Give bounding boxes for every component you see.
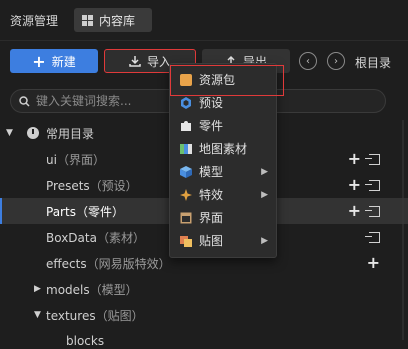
root-directory-label[interactable]: 根目录 <box>355 54 391 71</box>
menu-item-label: 模型 <box>199 165 224 179</box>
submenu-arrow-icon: ▶ <box>261 189 268 200</box>
menu-item-label: 贴图 <box>199 234 224 248</box>
forward-icon[interactable]: › <box>327 52 345 70</box>
menu-item-parts[interactable]: 零件 <box>170 114 276 137</box>
sparkle-icon <box>180 188 192 201</box>
menu-item-label: 界面 <box>199 211 224 225</box>
tree-item-label: textures（贴图） <box>46 307 144 324</box>
tree-item-name: effects <box>46 256 87 271</box>
grid-icon <box>82 14 93 26</box>
import-into-icon[interactable] <box>365 153 380 165</box>
menu-item-textures[interactable]: 贴图 ▶ <box>170 229 276 252</box>
menu-item-map-assets[interactable]: 地图素材 <box>170 137 276 160</box>
tree-item-name: models <box>46 282 90 297</box>
tree-item-label: ui（界面） <box>46 151 105 168</box>
clock-icon <box>27 127 39 139</box>
menu-item-label: 地图素材 <box>199 142 248 156</box>
add-icon[interactable]: + <box>348 203 361 219</box>
tree-item-sub: （预设） <box>89 178 138 193</box>
tree-item-label: models（模型） <box>46 281 138 298</box>
add-icon[interactable]: + <box>367 255 380 271</box>
scrollbar[interactable] <box>400 120 406 340</box>
collapse-triangle-icon[interactable]: ▶ <box>34 284 41 294</box>
tree-item-label: Presets（预设） <box>46 177 138 194</box>
tree-item-label: effects（网易版特效） <box>46 255 171 272</box>
expand-triangle-icon[interactable]: ▼ <box>6 128 13 138</box>
tree-item-name: blocks <box>66 334 105 348</box>
tree-item-label: Parts（零件） <box>46 203 124 220</box>
row-actions: + <box>367 255 380 271</box>
tree-item-name: Presets <box>46 178 90 193</box>
image-icon <box>180 235 192 247</box>
new-button[interactable]: + 新建 <box>10 49 98 73</box>
puzzle-icon <box>181 120 191 131</box>
panel-title: 资源管理 <box>10 14 59 28</box>
tree-item-sub: （零件） <box>75 204 124 219</box>
submenu-arrow-icon: ▶ <box>261 235 268 246</box>
tree-item-name: textures <box>46 308 96 323</box>
import-icon <box>129 56 141 67</box>
tree-item-sub: （模型） <box>89 282 138 297</box>
row-actions: + <box>348 177 380 193</box>
tree-item-models[interactable]: ▶ models（模型） <box>0 276 408 302</box>
highlight-annotation <box>170 65 284 96</box>
tree-item-name: BoxData <box>46 230 97 245</box>
menu-item-ui[interactable]: 界面 <box>170 206 276 229</box>
row-actions <box>365 231 380 243</box>
tree-item-sub: （贴图） <box>95 308 144 323</box>
import-into-icon[interactable] <box>365 231 380 243</box>
hexagon-icon <box>181 96 191 109</box>
add-icon[interactable]: + <box>348 177 361 193</box>
tree-item-blocks[interactable]: blocks <box>0 328 408 349</box>
import-into-icon[interactable] <box>365 205 380 217</box>
tree-root-label: 常用目录 <box>46 126 95 141</box>
menu-item-label: 零件 <box>199 119 224 133</box>
menu-item-label: 特效 <box>199 188 224 202</box>
new-label: 新建 <box>51 54 76 69</box>
tree-item-name: Parts <box>46 204 76 219</box>
row-actions: + <box>348 151 380 167</box>
tab-content-label: 内容库 <box>99 13 136 28</box>
tree-item-name: ui <box>46 152 57 167</box>
header-divider <box>0 40 408 41</box>
tree-item-sub: （素材） <box>96 230 145 245</box>
search-icon <box>19 95 30 107</box>
tree-item-sub: （界面） <box>56 152 105 167</box>
tab-content-library[interactable]: 内容库 <box>74 8 152 32</box>
menu-item-label: 预设 <box>199 96 224 110</box>
row-actions: + <box>348 203 380 219</box>
tree-item-label: blocks <box>66 334 104 348</box>
tree-item-sub: （网易版特效） <box>86 256 171 271</box>
expand-triangle-icon[interactable]: ▼ <box>34 310 41 320</box>
add-icon[interactable]: + <box>348 151 361 167</box>
tree-item-textures[interactable]: ▼ textures（贴图） <box>0 302 408 328</box>
cube-icon <box>180 165 192 178</box>
import-into-icon[interactable] <box>365 179 380 191</box>
menu-item-effects[interactable]: 特效 ▶ <box>170 183 276 206</box>
plus-icon: + <box>32 51 46 71</box>
import-label: 导入 <box>146 54 171 69</box>
map-icon <box>180 143 192 154</box>
tree-item-label: BoxData（素材） <box>46 229 145 246</box>
menu-item-models[interactable]: 模型 ▶ <box>170 160 276 183</box>
submenu-arrow-icon: ▶ <box>261 166 268 177</box>
window-icon <box>180 212 192 223</box>
back-icon[interactable]: ‹ <box>299 52 317 70</box>
